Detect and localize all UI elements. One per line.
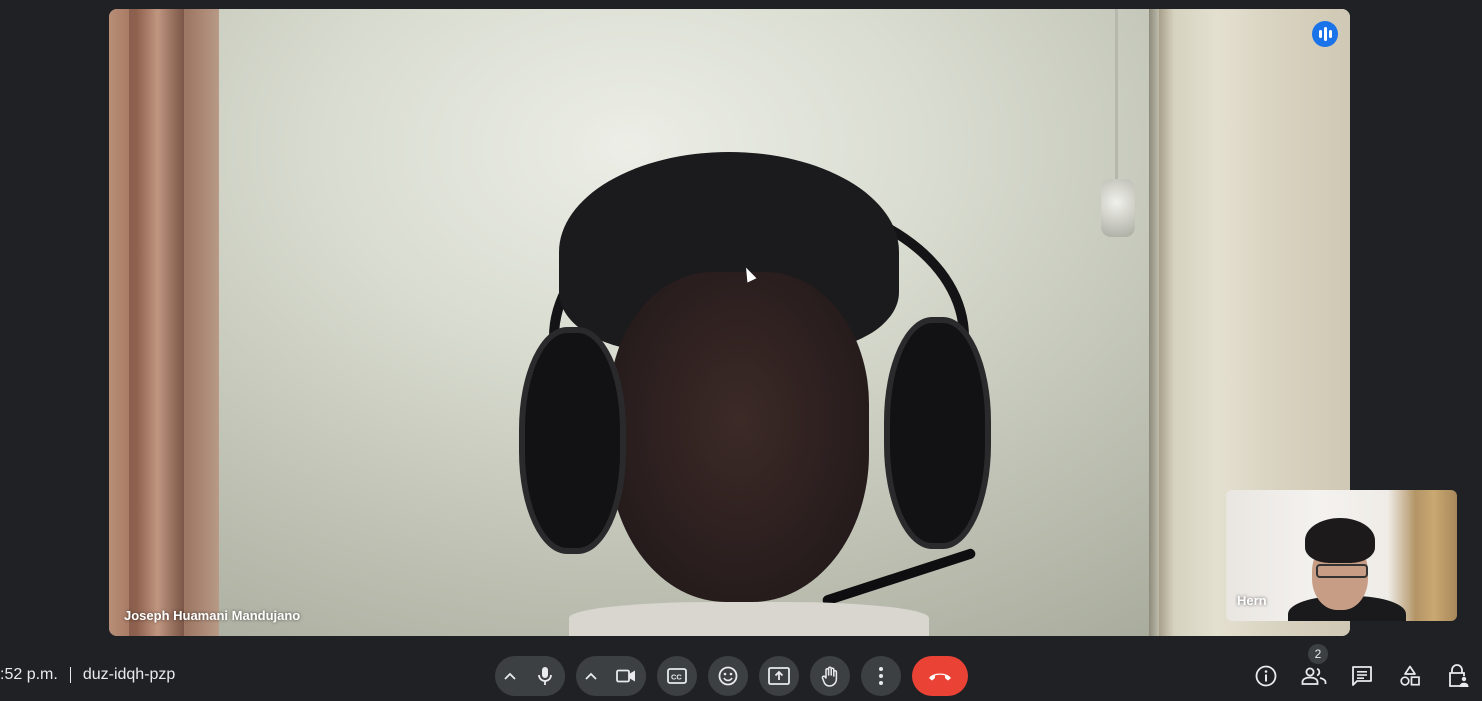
meeting-time: :52 p.m. (0, 666, 58, 683)
self-view-tile[interactable]: Hern (1226, 490, 1457, 621)
camera-control-group (576, 656, 646, 696)
reactions-button[interactable] (708, 656, 748, 696)
camera-options-button[interactable] (576, 656, 606, 696)
captions-button[interactable]: CC (657, 656, 697, 696)
meeting-details-button[interactable] (1242, 656, 1290, 696)
present-now-button[interactable] (759, 656, 799, 696)
self-video-feed (1288, 518, 1406, 621)
chat-button[interactable] (1338, 656, 1386, 696)
mic-options-button[interactable] (495, 656, 525, 696)
svg-text:CC: CC (671, 673, 682, 682)
meeting-toolbar: :52 p.m. duz-idqh-pzp CC 2 (0, 644, 1482, 701)
present-screen-icon (768, 667, 790, 685)
chevron-up-icon (585, 672, 597, 680)
people-icon (1301, 667, 1327, 685)
chat-icon (1352, 666, 1372, 686)
divider (69, 667, 71, 683)
host-controls-button[interactable] (1434, 656, 1482, 696)
participant-name-label: Joseph Huamani Mandujano (124, 608, 301, 623)
mic-control-group (495, 656, 565, 696)
closed-captions-icon: CC (667, 668, 687, 684)
people-button[interactable]: 2 (1290, 644, 1338, 696)
more-vert-icon (879, 667, 883, 685)
camera-button[interactable] (606, 656, 646, 696)
participant-count-badge: 2 (1308, 644, 1328, 664)
call-end-icon (929, 673, 951, 681)
participant-video-feed (519, 152, 991, 636)
background-wire (1115, 9, 1118, 194)
side-panel-controls: 2 (1242, 644, 1482, 696)
hand-icon (821, 666, 838, 687)
videocam-icon (616, 669, 635, 683)
lock-person-icon (1449, 664, 1469, 687)
chevron-up-icon (504, 672, 516, 680)
main-video-tile[interactable]: Joseph Huamani Mandujano (109, 9, 1350, 636)
info-icon (1255, 665, 1277, 687)
microphone-button[interactable] (525, 656, 565, 696)
background-light-switch (1101, 179, 1135, 237)
audio-levels-icon (1312, 21, 1338, 47)
self-name-label: Hern (1237, 593, 1267, 608)
meeting-info: :52 p.m. duz-idqh-pzp (0, 666, 175, 684)
background-curtain (109, 9, 219, 636)
microphone-icon (538, 667, 552, 685)
activities-button[interactable] (1386, 656, 1434, 696)
more-options-button[interactable] (861, 656, 901, 696)
emoji-icon (718, 666, 738, 686)
raise-hand-button[interactable] (810, 656, 850, 696)
shapes-icon (1400, 665, 1420, 686)
call-controls: CC (495, 656, 968, 696)
meeting-code: duz-idqh-pzp (82, 666, 176, 683)
leave-call-button[interactable] (912, 656, 968, 696)
